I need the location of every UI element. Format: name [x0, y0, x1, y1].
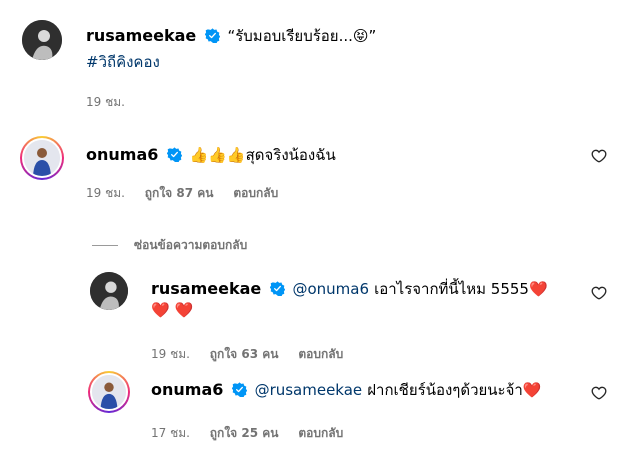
- divider: [92, 245, 118, 246]
- reply-button[interactable]: ตอบกลับ: [298, 347, 343, 361]
- reply-line: rusameekae @onuma6 เอาไรจากที่นี้ไหม 555…: [151, 277, 548, 301]
- caption-text: “รับมอบเรียบร้อย...😝”: [227, 27, 377, 45]
- heart-outline-icon[interactable]: [591, 385, 607, 401]
- reply-text-line2: ❤️ ❤️: [151, 301, 194, 319]
- verified-badge-icon: [205, 28, 220, 43]
- profile-photo: [90, 373, 128, 411]
- heart-outline-icon[interactable]: [591, 148, 607, 164]
- reply-time[interactable]: 19 ชม.: [151, 347, 190, 361]
- comment-username[interactable]: onuma6: [86, 145, 158, 164]
- hide-replies-button[interactable]: ซ่อนข้อความตอบกลับ: [92, 236, 247, 255]
- reply-line: onuma6 @rusameekae ฝากเชียร์น้องๆด้วยนะจ…: [151, 378, 542, 402]
- caption-username[interactable]: rusameekae: [86, 26, 196, 45]
- verified-badge-icon: [232, 382, 247, 397]
- profile-photo: [22, 138, 62, 178]
- comment-line: onuma6 👍👍👍สุดจริงน้องฉัน: [86, 143, 336, 167]
- comment-meta: 19 ชม. ถูกใจ 87 คน ตอบกลับ: [86, 184, 294, 203]
- reply-text: ฝากเชียร์น้องๆด้วยนะจ้า❤️: [367, 381, 542, 399]
- caption-time[interactable]: 19 ชม.: [86, 95, 125, 109]
- hide-replies-label: ซ่อนข้อความตอบกลับ: [134, 238, 248, 252]
- reply-time[interactable]: 17 ชม.: [151, 426, 190, 440]
- heart-outline-icon[interactable]: [591, 285, 607, 301]
- reply-mention[interactable]: @onuma6: [292, 280, 369, 298]
- avatar[interactable]: [20, 136, 64, 180]
- caption-hashtag[interactable]: #วิถีคิงคอง: [86, 50, 160, 74]
- profile-photo: [90, 272, 128, 310]
- avatar[interactable]: [88, 371, 130, 413]
- caption-meta: 19 ชม.: [86, 93, 141, 112]
- reply-button[interactable]: ตอบกลับ: [298, 426, 343, 440]
- reply-meta: 19 ชม. ถูกใจ 63 คน ตอบกลับ: [151, 345, 359, 364]
- reply-likes[interactable]: ถูกใจ 63 คน: [210, 347, 279, 361]
- comment-time[interactable]: 19 ชม.: [86, 186, 125, 200]
- reply-likes[interactable]: ถูกใจ 25 คน: [210, 426, 279, 440]
- comment-text: 👍👍👍สุดจริงน้องฉัน: [189, 146, 336, 164]
- reply-username[interactable]: rusameekae: [151, 279, 261, 298]
- avatar[interactable]: [22, 20, 62, 60]
- avatar[interactable]: [90, 272, 128, 310]
- profile-photo: [22, 20, 62, 60]
- reply-mention[interactable]: @rusameekae: [255, 381, 363, 399]
- verified-badge-icon: [167, 147, 182, 162]
- comment-likes[interactable]: ถูกใจ 87 คน: [145, 186, 214, 200]
- verified-badge-icon: [270, 281, 285, 296]
- reply-button[interactable]: ตอบกลับ: [233, 186, 278, 200]
- reply-text: เอาไรจากที่นี้ไหม 5555❤️: [374, 280, 548, 298]
- reply-meta: 17 ชม. ถูกใจ 25 คน ตอบกลับ: [151, 424, 359, 443]
- reply-username[interactable]: onuma6: [151, 380, 223, 399]
- caption-line: rusameekae “รับมอบเรียบร้อย...😝”: [86, 24, 376, 48]
